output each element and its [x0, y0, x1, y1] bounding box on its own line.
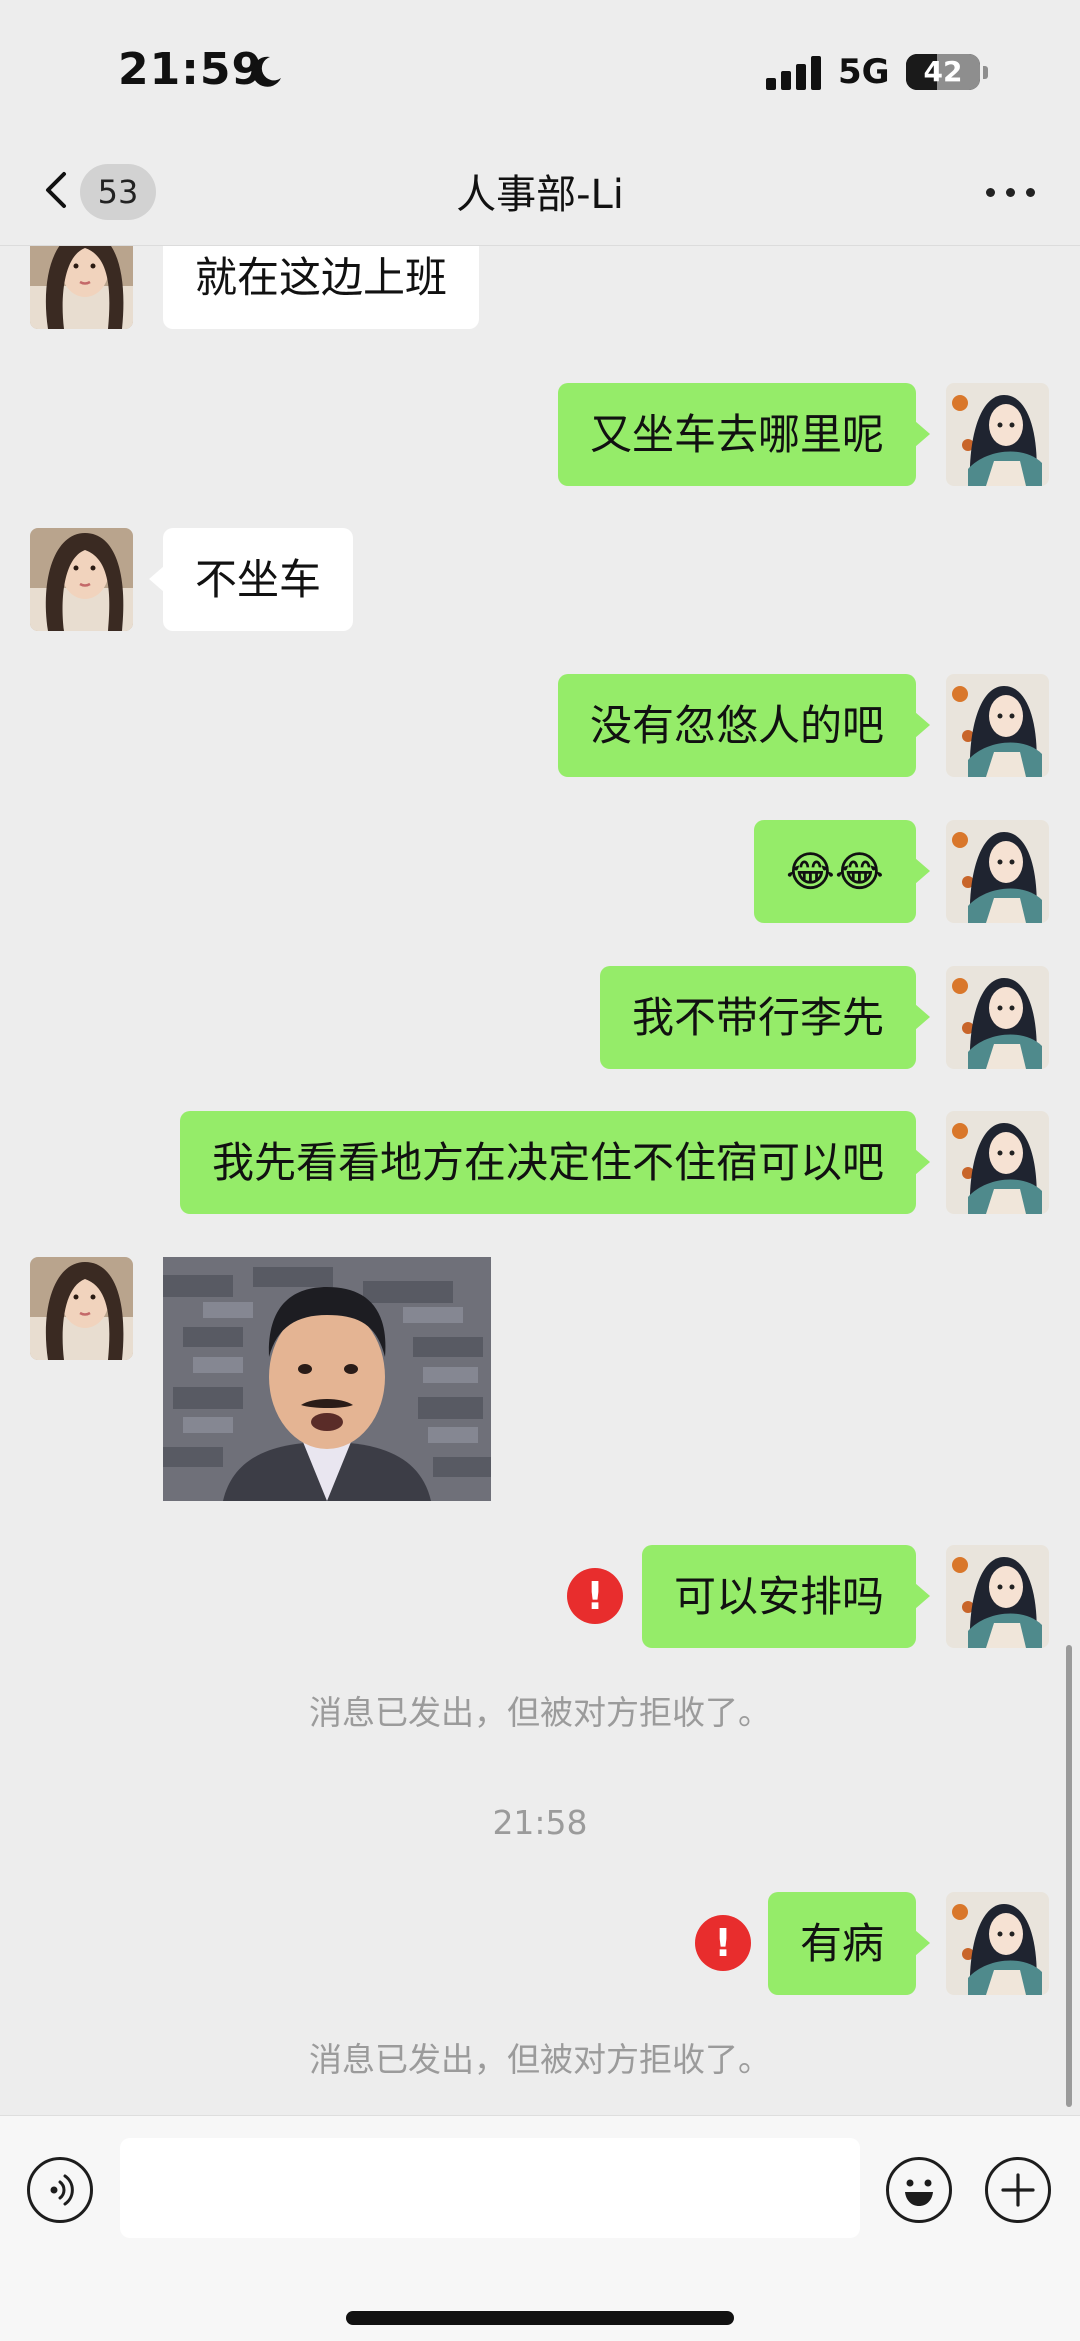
- message-bubble-outgoing[interactable]: 有病: [767, 1892, 931, 1995]
- my-avatar[interactable]: [946, 820, 1049, 923]
- more-button[interactable]: [980, 174, 1040, 214]
- status-time: 21:59: [118, 44, 264, 95]
- chat-header: 53 人事部-Li: [0, 150, 1080, 245]
- battery-cap: [983, 66, 988, 79]
- message-bubble-outgoing[interactable]: 我先看看地方在决定住不住宿可以吧: [179, 1111, 931, 1214]
- chevron-left-icon: [46, 172, 66, 208]
- send-failed-icon[interactable]: !: [695, 1915, 751, 1971]
- battery-percent: 42: [923, 55, 963, 88]
- timestamp: 21:58: [492, 1803, 588, 1842]
- send-failed-icon[interactable]: !: [567, 1568, 623, 1624]
- plus-icon: [1001, 2173, 1035, 2207]
- contact-avatar[interactable]: [30, 246, 133, 329]
- signal-icon: [766, 56, 821, 90]
- more-icon-dot: [1006, 188, 1015, 197]
- home-indicator[interactable]: [346, 2311, 734, 2325]
- message-bubble-outgoing[interactable]: 我不带行李先: [599, 966, 931, 1069]
- message-bubble-outgoing[interactable]: 可以安排吗: [641, 1545, 931, 1648]
- my-avatar[interactable]: [946, 966, 1049, 1069]
- sticker-image[interactable]: [163, 1257, 491, 1501]
- emoji-icon: [905, 2179, 933, 2206]
- more-icon-dot: [1026, 188, 1035, 197]
- voice-icon: [50, 2174, 74, 2206]
- message-bubble-outgoing[interactable]: 又坐车去哪里呢: [557, 383, 931, 486]
- chat-title: 人事部-Li: [456, 172, 624, 218]
- message-bubble-incoming[interactable]: 就在这边上班: [163, 246, 480, 329]
- message-list[interactable]: 就在这边上班 又坐车去哪里呢 不坐车 没有忽悠人的吧 😂😂 我不带行李先 我先看…: [0, 246, 1080, 2115]
- network-type: 5G: [838, 52, 890, 92]
- add-button[interactable]: [985, 2157, 1051, 2223]
- message-input[interactable]: [120, 2138, 860, 2238]
- more-icon: [986, 188, 995, 197]
- input-bar: [0, 2115, 1080, 2341]
- my-avatar[interactable]: [946, 1111, 1049, 1214]
- message-bubble-outgoing[interactable]: 😂😂: [753, 820, 931, 923]
- my-avatar[interactable]: [946, 1892, 1049, 1995]
- my-avatar[interactable]: [946, 1545, 1049, 1648]
- unread-count-badge: 53: [80, 164, 156, 220]
- status-bar: 21:59 5G 42: [0, 0, 1080, 150]
- emoji-button[interactable]: [886, 2157, 952, 2223]
- message-bubble-incoming[interactable]: 不坐车: [148, 528, 354, 631]
- scrollbar[interactable]: [1066, 1645, 1072, 2107]
- voice-button[interactable]: [27, 2157, 93, 2223]
- chat-screen: 21:59 5G 42 53 人事部-Li 就在这边上班 又坐车去哪里呢 不坐车…: [0, 0, 1080, 2341]
- moon-icon: [252, 56, 281, 87]
- battery-indicator: 42: [906, 54, 980, 90]
- contact-avatar[interactable]: [30, 1257, 133, 1360]
- my-avatar[interactable]: [946, 383, 1049, 486]
- message-bubble-outgoing[interactable]: 没有忽悠人的吧: [557, 674, 931, 777]
- rejected-notice: 消息已发出，但被对方拒收了。: [309, 2040, 771, 2079]
- my-avatar[interactable]: [946, 674, 1049, 777]
- rejected-notice: 消息已发出，但被对方拒收了。: [309, 1693, 771, 1732]
- back-button[interactable]: 53: [30, 158, 160, 222]
- contact-avatar[interactable]: [30, 528, 133, 631]
